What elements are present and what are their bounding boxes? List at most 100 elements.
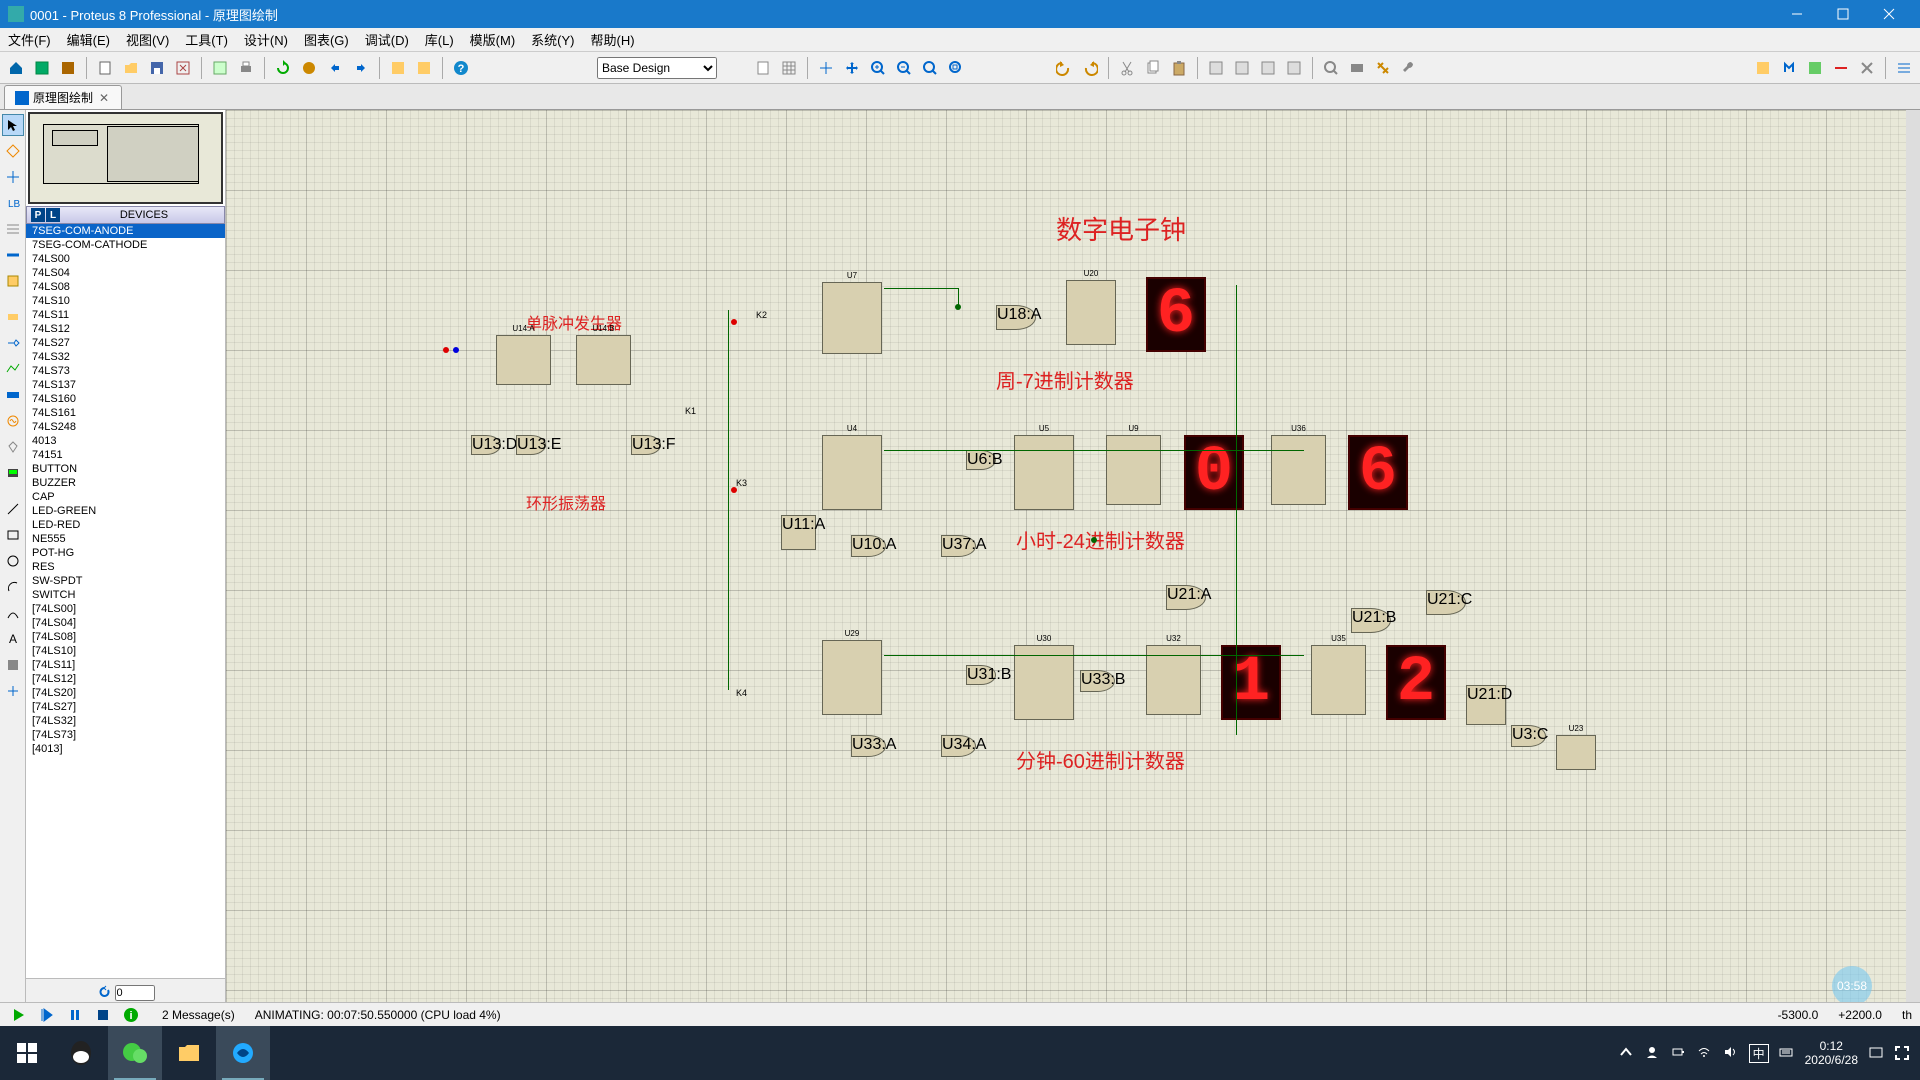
device-item[interactable]: [74LS00] — [26, 602, 225, 616]
schematic-canvas[interactable]: 数字电子钟 单脉冲发生器 环形振荡器 周-7进制计数器 小时-24进制计数器 分… — [226, 110, 1920, 1022]
zoom-out-icon[interactable] — [892, 56, 916, 80]
path-tool[interactable] — [2, 602, 24, 624]
bom-icon2[interactable] — [412, 56, 436, 80]
label-tool[interactable]: LBL — [2, 192, 24, 214]
tray-wifi-icon[interactable] — [1697, 1045, 1713, 1061]
drc-icon[interactable] — [1751, 56, 1775, 80]
overview-map[interactable] — [28, 112, 223, 204]
device-item[interactable]: 74LS137 — [26, 378, 225, 392]
tray-fullscreen-icon[interactable] — [1894, 1045, 1910, 1061]
device-item[interactable]: 74LS248 — [26, 420, 225, 434]
wire-tool-icon[interactable] — [1829, 56, 1853, 80]
probe-tool[interactable] — [2, 436, 24, 458]
block-delete-icon[interactable] — [1282, 56, 1306, 80]
redo-icon[interactable] — [349, 56, 373, 80]
help-icon[interactable]: ? — [449, 56, 473, 80]
menu-tools[interactable]: 工具(T) — [177, 28, 236, 51]
block-move-icon[interactable] — [1230, 56, 1254, 80]
block-copy-icon[interactable] — [1204, 56, 1228, 80]
device-item[interactable]: 74LS161 — [26, 406, 225, 420]
device-item[interactable]: 7SEG-COM-ANODE — [26, 224, 225, 238]
tray-power-icon[interactable] — [1671, 1045, 1687, 1061]
menu-system[interactable]: 系统(Y) — [523, 28, 582, 51]
taskbar-clock[interactable]: 0:12 2020/6/28 — [1805, 1039, 1858, 1068]
tray-people-icon[interactable] — [1645, 1045, 1661, 1061]
arc-tool[interactable] — [2, 576, 24, 598]
pin-tool[interactable] — [2, 332, 24, 354]
exclude-icon[interactable] — [1855, 56, 1879, 80]
device-item[interactable]: [74LS27] — [26, 700, 225, 714]
info-button[interactable]: i — [120, 1005, 142, 1025]
device-item[interactable]: 74LS11 — [26, 308, 225, 322]
schematic-icon[interactable] — [30, 56, 54, 80]
close-tab-button[interactable]: ✕ — [97, 91, 111, 105]
back-icon[interactable] — [1052, 56, 1076, 80]
rect-tool[interactable] — [2, 524, 24, 546]
zoom-fit-icon[interactable] — [918, 56, 942, 80]
menu-view[interactable]: 视图(V) — [118, 28, 177, 51]
stop-button[interactable] — [92, 1005, 114, 1025]
task-proteus[interactable] — [216, 1026, 270, 1080]
bom-icon1[interactable] — [386, 56, 410, 80]
device-item[interactable]: 74LS12 — [26, 322, 225, 336]
maximize-button[interactable] — [1820, 0, 1866, 28]
device-item[interactable]: BUTTON — [26, 462, 225, 476]
new-icon[interactable] — [93, 56, 117, 80]
forward-icon[interactable] — [1078, 56, 1102, 80]
device-item[interactable]: 74LS73 — [26, 364, 225, 378]
menu-library[interactable]: 库(L) — [417, 28, 462, 51]
device-item[interactable]: 74LS10 — [26, 294, 225, 308]
step-button[interactable] — [36, 1005, 58, 1025]
scrollbar-vertical[interactable] — [1906, 110, 1920, 1008]
device-item[interactable]: LED-RED — [26, 518, 225, 532]
circle-tool[interactable] — [2, 550, 24, 572]
subcircuit-tool[interactable] — [2, 270, 24, 292]
zoom-area-icon[interactable] — [944, 56, 968, 80]
paste-icon[interactable] — [1167, 56, 1191, 80]
graph-tool[interactable] — [2, 358, 24, 380]
tray-chat-icon[interactable] — [1868, 1045, 1884, 1061]
minimize-button[interactable] — [1774, 0, 1820, 28]
copy-icon[interactable] — [1141, 56, 1165, 80]
device-item[interactable]: 74LS08 — [26, 280, 225, 294]
l-button[interactable]: L — [46, 208, 60, 222]
pause-button[interactable] — [64, 1005, 86, 1025]
pcb-icon[interactable] — [56, 56, 80, 80]
pick-icon[interactable] — [1319, 56, 1343, 80]
print-icon[interactable] — [234, 56, 258, 80]
device-item[interactable]: 74LS04 — [26, 266, 225, 280]
device-item[interactable]: SWITCH — [26, 588, 225, 602]
device-item[interactable]: [4013] — [26, 742, 225, 756]
grid-icon[interactable] — [777, 56, 801, 80]
find-icon[interactable] — [1777, 56, 1801, 80]
menu-graph[interactable]: 图表(G) — [296, 28, 357, 51]
text-tool[interactable] — [2, 218, 24, 240]
refresh-icon[interactable] — [271, 56, 295, 80]
device-item[interactable]: [74LS73] — [26, 728, 225, 742]
task-explorer[interactable] — [162, 1026, 216, 1080]
start-button[interactable] — [0, 1026, 54, 1080]
menu-design[interactable]: 设计(N) — [236, 28, 296, 51]
tray-keyboard-icon[interactable] — [1779, 1045, 1795, 1061]
component-tool[interactable] — [2, 140, 24, 162]
menu-edit[interactable]: 编辑(E) — [59, 28, 118, 51]
marker-tool[interactable] — [2, 680, 24, 702]
close-page-icon[interactable] — [171, 56, 195, 80]
autoroute-icon[interactable] — [1892, 56, 1916, 80]
selection-tool[interactable] — [2, 114, 24, 136]
undo-icon[interactable] — [323, 56, 347, 80]
device-item[interactable]: RES — [26, 560, 225, 574]
device-item[interactable]: [74LS11] — [26, 658, 225, 672]
property-icon[interactable] — [1803, 56, 1827, 80]
device-item[interactable]: 74LS27 — [26, 336, 225, 350]
devices-list[interactable]: 7SEG-COM-ANODE7SEG-COM-CATHODE74LS0074LS… — [26, 224, 225, 978]
device-item[interactable]: POT-HG — [26, 546, 225, 560]
bus-tool[interactable] — [2, 244, 24, 266]
device-item[interactable]: [74LS04] — [26, 616, 225, 630]
device-item[interactable]: 4013 — [26, 434, 225, 448]
home-icon[interactable] — [4, 56, 28, 80]
save-icon[interactable] — [145, 56, 169, 80]
device-item[interactable]: [74LS10] — [26, 644, 225, 658]
pan-icon[interactable] — [840, 56, 864, 80]
design-selector[interactable]: Base Design — [597, 57, 717, 79]
